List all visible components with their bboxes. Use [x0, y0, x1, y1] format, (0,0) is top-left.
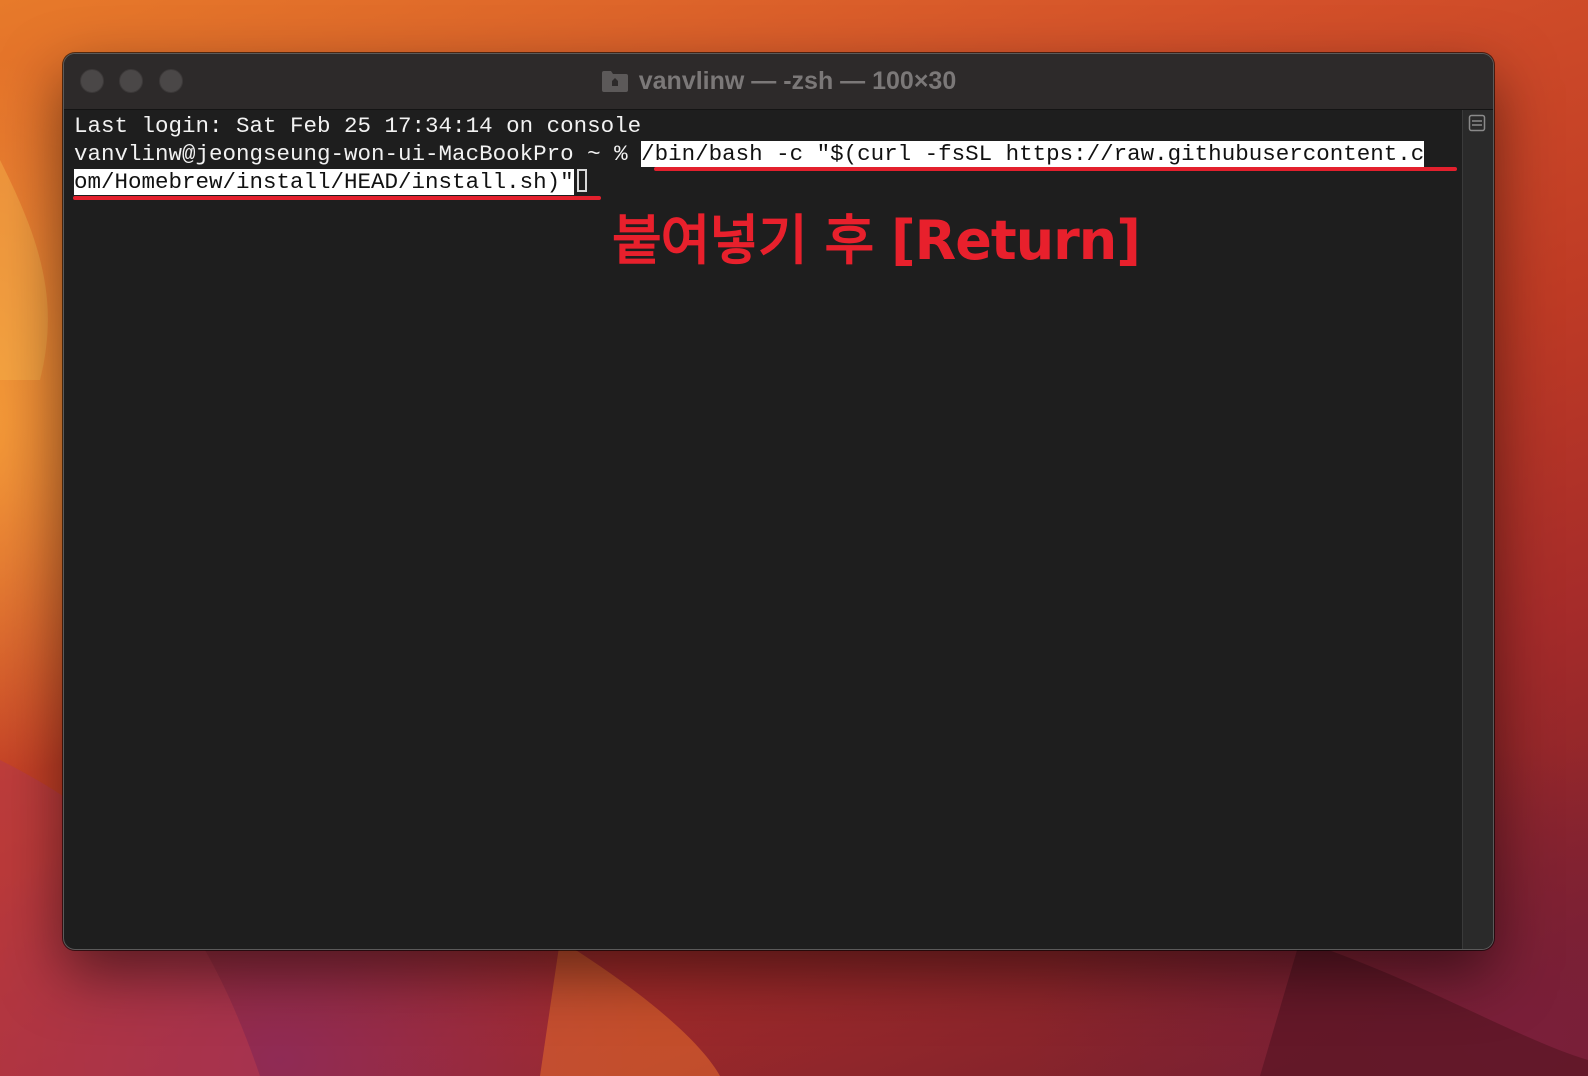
text-cursor — [576, 169, 587, 192]
shell-prompt: vanvlinw@jeongseung-won-ui-MacBookPro ~ … — [74, 141, 642, 167]
title-bar[interactable]: vanvlinw — -zsh — 100×30 — [64, 54, 1493, 110]
folder-icon — [601, 71, 628, 92]
terminal-window: vanvlinw — -zsh — 100×30 Last login: Sat… — [63, 53, 1494, 950]
prompt-line: vanvlinw@jeongseung-won-ui-MacBookPro ~ … — [74, 140, 1425, 168]
pasted-command-part1: /bin/bash -c "$(curl -fsSL https://raw.g… — [641, 141, 1425, 167]
continuation-line: om/Homebrew/install/HEAD/install.sh)" — [74, 168, 587, 196]
window-title: vanvlinw — -zsh — 100×30 — [638, 66, 957, 95]
annotation-text: 붙여넣기 후 [Return] — [612, 209, 1141, 272]
highlight-underline-1 — [654, 167, 1457, 171]
last-login-line: Last login: Sat Feb 25 17:34:14 on conso… — [74, 113, 642, 139]
pasted-command-part2: om/Homebrew/install/HEAD/install.sh)" — [74, 169, 574, 195]
highlight-underline-2 — [73, 196, 601, 200]
scrollbar[interactable] — [1462, 110, 1493, 949]
window-title-group: vanvlinw — -zsh — 100×30 — [64, 66, 1493, 96]
split-pane-icon[interactable] — [1468, 114, 1486, 132]
